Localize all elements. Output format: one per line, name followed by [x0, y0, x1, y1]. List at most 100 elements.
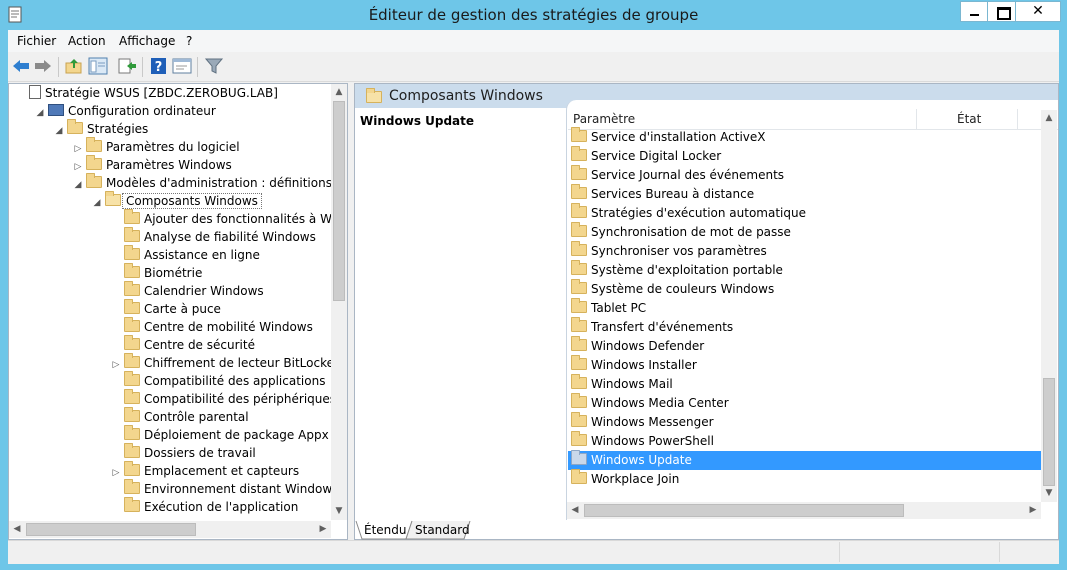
scroll-right-icon[interactable]: ▶ — [315, 521, 331, 538]
collapse-arrow-icon[interactable]: ◢ — [91, 194, 103, 212]
scroll-up-icon[interactable]: ▲ — [331, 84, 347, 101]
folder-icon — [571, 393, 587, 408]
tab-etendu[interactable]: Étendu — [358, 522, 413, 539]
tree-item[interactable]: Exécution de l'application — [110, 497, 298, 516]
list-horizontal-scrollbar[interactable]: ◀ ▶ — [567, 502, 1041, 519]
tree-item[interactable]: Compatibilité des applications — [110, 371, 325, 390]
list-item-label: Synchronisation de mot de passe — [591, 225, 791, 239]
tree-item[interactable]: ▷ Paramètres du logiciel — [72, 137, 240, 156]
list-item[interactable]: Windows Mail — [568, 374, 1041, 394]
tree-item[interactable]: Centre de mobilité Windows — [110, 317, 313, 336]
tree-item[interactable]: Dossiers de travail — [110, 443, 256, 462]
tree-item-label: Emplacement et capteurs — [144, 464, 300, 478]
tree-item[interactable]: Ajouter des fonctionnalités à Windows — [110, 209, 331, 228]
column-divider[interactable] — [916, 109, 917, 129]
list-item[interactable]: Windows Installer — [568, 355, 1041, 375]
export-list-icon[interactable] — [117, 57, 137, 75]
tree-vertical-scroll-thumb[interactable] — [333, 101, 345, 301]
folder-icon — [571, 260, 587, 275]
tree-item-label: Assistance en ligne — [144, 248, 260, 262]
scroll-left-icon[interactable]: ◀ — [567, 502, 583, 519]
tree-item[interactable]: Analyse de fiabilité Windows — [110, 227, 316, 246]
tree-item[interactable]: Environnement distant Windows — [110, 479, 331, 498]
list-item[interactable]: Windows Update — [568, 450, 1041, 470]
collapse-arrow-icon[interactable]: ◢ — [72, 176, 84, 194]
scroll-down-icon[interactable]: ▼ — [1041, 485, 1057, 502]
column-header-parametre[interactable]: Paramètre — [573, 109, 635, 129]
tree-item[interactable]: Déploiement de package Appx — [110, 425, 329, 444]
list-item[interactable]: Service Digital Locker — [568, 146, 1041, 166]
tree-item[interactable]: Calendrier Windows — [110, 281, 264, 300]
list-vertical-scrollbar[interactable]: ▲ ▼ — [1041, 110, 1057, 502]
tree-item-label: Biométrie — [144, 266, 203, 280]
console-tree[interactable]: Stratégie WSUS [ZBDC.ZEROBUG.LAB] ◢ Config… — [8, 83, 348, 540]
tree-item[interactable]: Centre de sécurité — [110, 335, 255, 354]
folder-icon — [124, 479, 140, 494]
list-item[interactable]: Service d'installation ActiveX — [568, 127, 1041, 147]
tree-item[interactable]: ◢ Composants Windows — [91, 191, 262, 212]
list-item[interactable]: Windows Media Center — [568, 393, 1041, 413]
tree-item[interactable]: ▷ Emplacement et capteurs — [110, 461, 300, 480]
tree-item[interactable]: Carte à puce — [110, 299, 221, 318]
list-item[interactable]: Système d'exploitation portable — [568, 260, 1041, 280]
scroll-left-icon[interactable]: ◀ — [9, 521, 25, 538]
list-item[interactable]: Synchroniser vos paramètres — [568, 241, 1041, 261]
list-horizontal-scroll-thumb[interactable] — [584, 504, 904, 517]
tree-item[interactable]: Contrôle parental — [110, 407, 249, 426]
list-item[interactable]: Synchronisation de mot de passe — [568, 222, 1041, 242]
tree-item[interactable]: Assistance en ligne — [110, 245, 260, 264]
filter-icon[interactable] — [204, 57, 224, 75]
tree-vertical-scrollbar[interactable]: ▲ ▼ — [331, 84, 347, 520]
list-item[interactable]: Windows Defender — [568, 336, 1041, 356]
list-item-label: Système de couleurs Windows — [591, 282, 775, 296]
list-item[interactable]: Workplace Join — [568, 469, 1041, 489]
list-item[interactable]: Tablet PC — [568, 298, 1041, 318]
back-icon[interactable] — [11, 57, 31, 75]
tree-item[interactable]: Stratégie WSUS [ZBDC.ZEROBUG.LAB] — [15, 84, 278, 102]
tree-item-label: Contrôle parental — [144, 410, 249, 424]
up-folder-icon[interactable] — [64, 57, 84, 75]
scroll-down-icon[interactable]: ▼ — [331, 503, 347, 520]
collapse-arrow-icon[interactable]: ◢ — [34, 104, 46, 122]
tab-standard[interactable]: Standard — [409, 522, 476, 539]
minimize-button[interactable] — [960, 1, 988, 22]
forward-icon[interactable] — [33, 57, 53, 75]
help-icon[interactable]: ? — [149, 57, 169, 75]
scroll-up-icon[interactable]: ▲ — [1041, 110, 1057, 127]
list-item-label: Windows Mail — [591, 377, 673, 391]
list-item[interactable]: Windows Messenger — [568, 412, 1041, 432]
menu-affichage[interactable]: Affichage — [119, 30, 175, 52]
show-hide-tree-icon[interactable] — [88, 57, 108, 75]
tree-horizontal-scrollbar[interactable]: ◀ ▶ — [9, 521, 331, 538]
menu-help[interactable]: ? — [186, 30, 192, 52]
menu-action[interactable]: Action — [68, 30, 106, 52]
close-button[interactable]: ✕ — [1015, 1, 1061, 22]
tree-item[interactable]: ◢ Configuration ordinateur — [34, 102, 216, 120]
collapse-arrow-icon[interactable]: ◢ — [53, 122, 65, 140]
list-item[interactable]: Stratégies d'exécution automatique — [568, 203, 1041, 223]
tree-horizontal-scroll-thumb[interactable] — [26, 523, 196, 536]
tree-item-label: Carte à puce — [144, 302, 221, 316]
list-item[interactable]: Windows PowerShell — [568, 431, 1041, 451]
list-item[interactable]: Transfert d'événements — [568, 317, 1041, 337]
tree-item[interactable]: ◢ Stratégies — [53, 119, 148, 140]
list-vertical-scroll-thumb[interactable] — [1043, 378, 1055, 486]
tree-item[interactable]: ▷ Paramètres Windows — [72, 155, 232, 174]
properties-icon[interactable] — [172, 57, 192, 75]
maximize-button[interactable] — [987, 1, 1016, 22]
list-item-label: Windows Messenger — [591, 415, 714, 429]
list-item[interactable]: Services Bureau à distance — [568, 184, 1041, 204]
folder-icon — [571, 412, 587, 427]
tree-item-label: Ajouter des fonctionnalités à Windows — [144, 212, 331, 226]
tree-item[interactable]: Compatibilité des périphériques et des — [110, 389, 331, 408]
scroll-right-icon[interactable]: ▶ — [1025, 502, 1041, 519]
folder-icon — [124, 443, 140, 458]
menu-fichier[interactable]: Fichier — [17, 30, 56, 52]
list-item[interactable]: Service Journal des événements — [568, 165, 1041, 185]
tree-item[interactable]: ◢ Modèles d'administration : définitions … — [72, 173, 331, 194]
column-header-etat[interactable]: État — [957, 109, 981, 129]
column-divider[interactable] — [1017, 109, 1018, 129]
list-item[interactable]: Système de couleurs Windows — [568, 279, 1041, 299]
tree-item[interactable]: Biométrie — [110, 263, 203, 282]
tree-item[interactable]: ▷ Chiffrement de lecteur BitLocker — [110, 353, 331, 372]
